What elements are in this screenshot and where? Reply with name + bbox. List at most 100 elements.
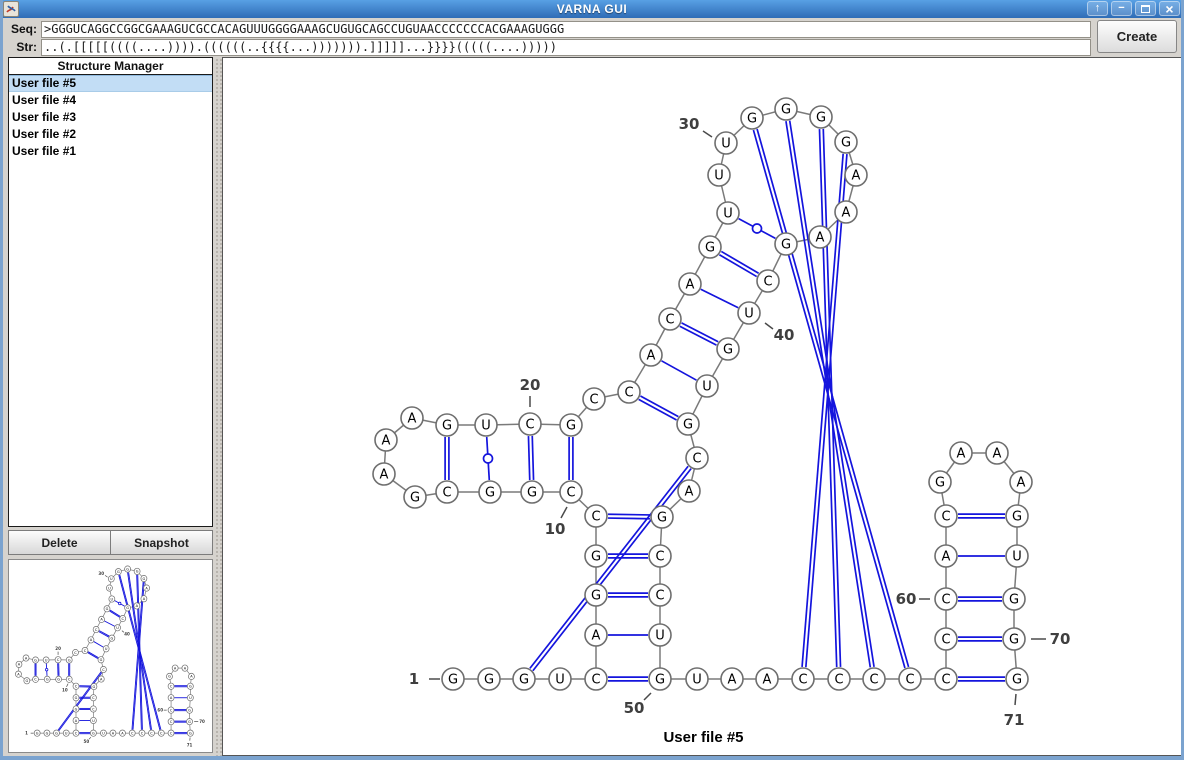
- svg-text:G: G: [136, 570, 139, 574]
- svg-text:G: G: [189, 731, 192, 735]
- svg-text:1: 1: [25, 730, 28, 735]
- list-item-user-file-1[interactable]: User file #1: [9, 143, 212, 160]
- svg-text:A: A: [852, 169, 861, 184]
- svg-text:71: 71: [187, 742, 193, 747]
- svg-text:G: G: [168, 675, 171, 679]
- svg-text:G: G: [448, 673, 458, 688]
- svg-text:A: A: [816, 231, 825, 246]
- svg-text:U: U: [105, 647, 108, 651]
- close-icon[interactable]: ×: [1159, 1, 1180, 16]
- list-item-user-file-4[interactable]: User file #4: [9, 92, 212, 109]
- svg-text:G: G: [117, 570, 120, 574]
- svg-text:G: G: [25, 679, 28, 683]
- minimize-icon[interactable]: −: [1111, 1, 1132, 16]
- svg-text:G: G: [75, 707, 78, 711]
- svg-text:U: U: [1012, 550, 1022, 565]
- svg-text:G: G: [143, 577, 146, 581]
- str-input[interactable]: [41, 39, 1091, 56]
- svg-text:G: G: [683, 418, 693, 433]
- svg-text:A: A: [647, 349, 656, 364]
- list-item-user-file-3[interactable]: User file #3: [9, 109, 212, 126]
- svg-text:U: U: [655, 629, 665, 644]
- svg-text:G: G: [189, 684, 192, 688]
- svg-text:C: C: [655, 550, 664, 565]
- maximize-icon[interactable]: [1135, 1, 1156, 16]
- svg-text:G: G: [841, 136, 851, 151]
- svg-text:C: C: [624, 386, 633, 401]
- svg-text:G: G: [935, 476, 945, 491]
- svg-text:G: G: [106, 607, 109, 611]
- svg-text:50: 50: [624, 699, 645, 717]
- delete-button[interactable]: Delete: [8, 530, 111, 555]
- svg-text:20: 20: [55, 646, 61, 651]
- toolbar: Seq: Str: Create: [3, 18, 1181, 57]
- svg-text:U: U: [116, 626, 119, 630]
- svg-text:G: G: [75, 696, 78, 700]
- svg-text:G: G: [188, 708, 191, 712]
- svg-text:C: C: [869, 673, 878, 688]
- varna-window: VARNA GUI ↑ − × Seq: Str: Create Structu…: [0, 0, 1184, 760]
- svg-text:C: C: [442, 486, 451, 501]
- svg-text:G: G: [747, 112, 757, 127]
- svg-text:C: C: [591, 510, 600, 525]
- svg-text:U: U: [714, 169, 724, 184]
- svg-text:G: G: [36, 731, 39, 735]
- svg-text:60: 60: [157, 707, 163, 712]
- list-item-user-file-2[interactable]: User file #2: [9, 126, 212, 143]
- svg-text:G: G: [92, 731, 95, 735]
- svg-text:50: 50: [83, 739, 89, 744]
- svg-text:A: A: [957, 447, 966, 462]
- svg-text:40: 40: [774, 326, 795, 344]
- shade-window-icon[interactable]: ↑: [1087, 1, 1108, 16]
- svg-text:G: G: [657, 511, 667, 526]
- svg-text:A: A: [1017, 476, 1026, 491]
- svg-text:G: G: [566, 419, 576, 434]
- svg-text:30: 30: [679, 115, 700, 133]
- svg-text:U: U: [723, 207, 733, 222]
- svg-text:U: U: [692, 673, 702, 688]
- svg-text:G: G: [591, 550, 601, 565]
- svg-text:U: U: [744, 307, 754, 322]
- svg-text:C: C: [566, 486, 575, 501]
- svg-text:U: U: [102, 731, 105, 735]
- svg-text:U: U: [702, 380, 712, 395]
- svg-text:A: A: [842, 206, 851, 221]
- svg-text:C: C: [905, 673, 914, 688]
- svg-text:10: 10: [62, 687, 68, 692]
- title-bar[interactable]: VARNA GUI ↑ − ×: [0, 0, 1184, 18]
- panel-splitter[interactable]: [214, 57, 222, 756]
- svg-text:G: G: [442, 419, 452, 434]
- window-title: VARNA GUI: [0, 2, 1184, 16]
- rna-thumbnail: GGGUCAGGCCGGCGAAAGUCGCCACAGUUUGGGGAAAGCU…: [10, 561, 211, 751]
- svg-text:G: G: [57, 678, 60, 682]
- svg-text:G: G: [188, 720, 191, 724]
- structure-manager-title: Structure Manager: [9, 58, 212, 75]
- svg-text:U: U: [481, 419, 491, 434]
- svg-text:U: U: [65, 731, 68, 735]
- svg-text:G: G: [484, 673, 494, 688]
- svg-text:G: G: [723, 343, 733, 358]
- svg-text:G: G: [110, 636, 113, 640]
- create-button[interactable]: Create: [1097, 20, 1177, 53]
- svg-text:C: C: [941, 593, 950, 608]
- svg-text:G: G: [519, 673, 529, 688]
- thumbnail-panel: GGGUCAGGCCGGCGAAAGUCGCCACAGUUUGGGGAAAGCU…: [8, 559, 213, 753]
- rna-canvas[interactable]: GGGUCAGGCCGGCGAAAGUCGCCACAGUUUGGGGAAAGCU…: [222, 57, 1184, 756]
- svg-text:G: G: [126, 606, 129, 610]
- svg-text:30: 30: [98, 571, 104, 576]
- svg-text:U: U: [721, 137, 731, 152]
- snapshot-button[interactable]: Snapshot: [111, 530, 213, 555]
- svg-text:U: U: [92, 719, 95, 723]
- maximize-glyph: [1141, 5, 1150, 13]
- svg-text:40: 40: [124, 631, 130, 636]
- list-item-user-file-5[interactable]: User file #5: [9, 75, 212, 92]
- svg-text:A: A: [942, 550, 951, 565]
- svg-text:C: C: [525, 418, 534, 433]
- svg-text:G: G: [705, 241, 715, 256]
- svg-text:G: G: [410, 491, 420, 506]
- svg-text:G: G: [527, 486, 537, 501]
- seq-input[interactable]: [41, 21, 1091, 38]
- svg-text:C: C: [941, 510, 950, 525]
- svg-text:G: G: [485, 486, 495, 501]
- svg-text:G: G: [816, 111, 826, 126]
